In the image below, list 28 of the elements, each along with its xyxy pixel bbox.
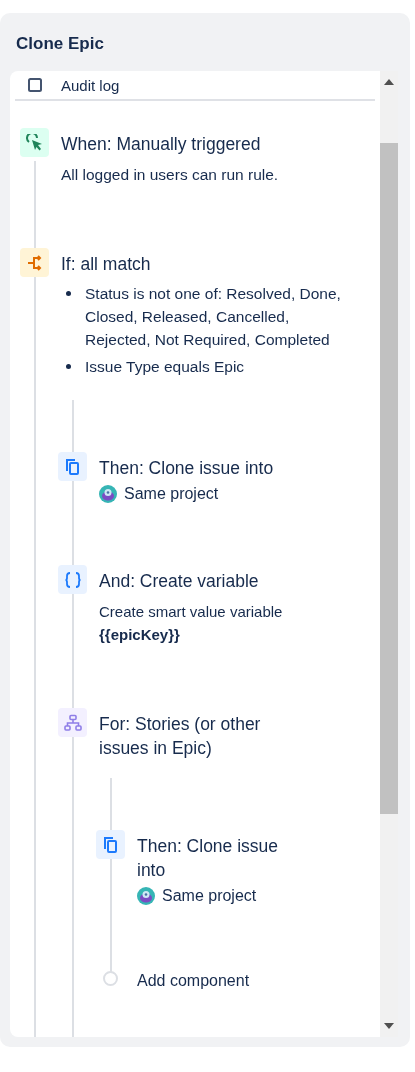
branch-icon [20,248,49,277]
hierarchy-icon [58,708,87,737]
braces-icon [58,565,87,594]
step-title[interactable]: When: Manually triggered [61,132,279,156]
condition-item: Issue Type equals Epic [66,355,351,378]
project-avatar-icon [99,485,117,503]
step-description: All logged in users can run rule. [61,165,279,185]
copy-icon [96,830,125,859]
copy-icon [58,452,87,481]
project-name: Same project [124,485,219,503]
scrollbar-thumb[interactable] [380,143,398,814]
project-avatar-icon [137,887,155,905]
add-component-link[interactable]: Add component [137,972,250,989]
project-name: Same project [162,887,257,905]
scroll-up-icon[interactable] [384,79,394,85]
cursor-click-icon [20,128,49,157]
scroll-down-icon[interactable] [384,1023,394,1029]
step-title[interactable]: For: Stories (or other issues in Epic) [99,712,304,760]
panel-title: Clone Epic [15,33,105,55]
audit-log-link[interactable]: Audit log [61,76,120,94]
document-icon [28,78,42,92]
step-title[interactable]: And: Create variable [99,569,304,593]
step-title[interactable]: Then: Clone issue into [137,834,307,882]
step-title[interactable]: Then: Clone issue into [99,456,274,480]
step-description: Create smart value variable {{epicKey}} [99,602,284,645]
node-circle-icon [103,971,118,986]
condition-item: Status is not one of: Resolved, Done, Closed, Released, Cancelled, Rejected, Not Required, Completed [66,282,351,351]
step-title[interactable]: If: all match [61,252,351,276]
